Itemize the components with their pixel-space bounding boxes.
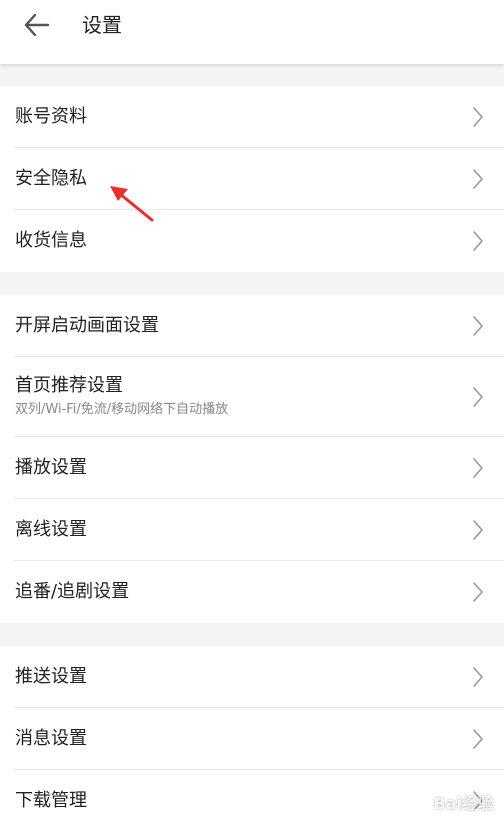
- watermark-logo: Bai经验: [434, 790, 494, 814]
- settings-item-push[interactable]: 推送设置: [0, 646, 504, 708]
- arrow-left-icon: [20, 10, 54, 40]
- settings-item-label: 下载管理: [15, 789, 87, 813]
- settings-item-offline[interactable]: 离线设置: [0, 499, 504, 561]
- settings-item-label: 首页推荐设置: [15, 374, 123, 398]
- settings-item-follow-series[interactable]: 追番/追剧设置: [0, 561, 504, 623]
- settings-group-account: 账号资料 安全隐私 收货信息: [0, 86, 504, 272]
- settings-item-label: 离线设置: [15, 518, 87, 542]
- settings-item-shipping-info[interactable]: 收货信息: [0, 210, 504, 272]
- chevron-right-icon: [472, 728, 484, 750]
- settings-item-home-recommend[interactable]: 首页推荐设置 双列/Wi-Fi/免流/移动网络下自动播放: [0, 357, 504, 437]
- settings-item-label: 开屏启动画面设置: [15, 314, 159, 338]
- chevron-right-icon: [472, 106, 484, 128]
- settings-group-playback: 开屏启动画面设置 首页推荐设置 双列/Wi-Fi/免流/移动网络下自动播放 播放…: [0, 295, 504, 623]
- chevron-right-icon: [472, 581, 484, 603]
- settings-item-messages[interactable]: 消息设置: [0, 708, 504, 770]
- chevron-right-icon: [472, 315, 484, 337]
- page-title: 设置: [82, 10, 122, 40]
- chevron-right-icon: [472, 168, 484, 190]
- chevron-right-icon: [472, 230, 484, 252]
- settings-item-account-profile[interactable]: 账号资料: [0, 86, 504, 148]
- settings-group-notifications: 推送设置 消息设置 下载管理: [0, 646, 504, 832]
- app-header: 设置: [0, 0, 504, 64]
- settings-item-label: 安全隐私: [15, 167, 87, 191]
- annotation-arrow-icon: [104, 180, 156, 224]
- chevron-right-icon: [472, 386, 484, 408]
- settings-item-label: 账号资料: [15, 105, 87, 129]
- settings-item-downloads[interactable]: 下载管理: [0, 770, 504, 832]
- settings-item-sublabel: 双列/Wi-Fi/免流/移动网络下自动播放: [15, 401, 228, 419]
- settings-item-label: 收货信息: [15, 229, 87, 253]
- settings-item-security-privacy[interactable]: 安全隐私: [0, 148, 504, 210]
- settings-item-label: 追番/追剧设置: [15, 580, 129, 604]
- chevron-right-icon: [472, 519, 484, 541]
- chevron-right-icon: [472, 457, 484, 479]
- settings-item-label: 消息设置: [15, 727, 87, 751]
- chevron-right-icon: [472, 666, 484, 688]
- settings-item-label: 推送设置: [15, 665, 87, 689]
- settings-item-label: 播放设置: [15, 456, 87, 480]
- back-button[interactable]: [20, 10, 54, 40]
- settings-item-splash-screen[interactable]: 开屏启动画面设置: [0, 295, 504, 357]
- settings-item-playback[interactable]: 播放设置: [0, 437, 504, 499]
